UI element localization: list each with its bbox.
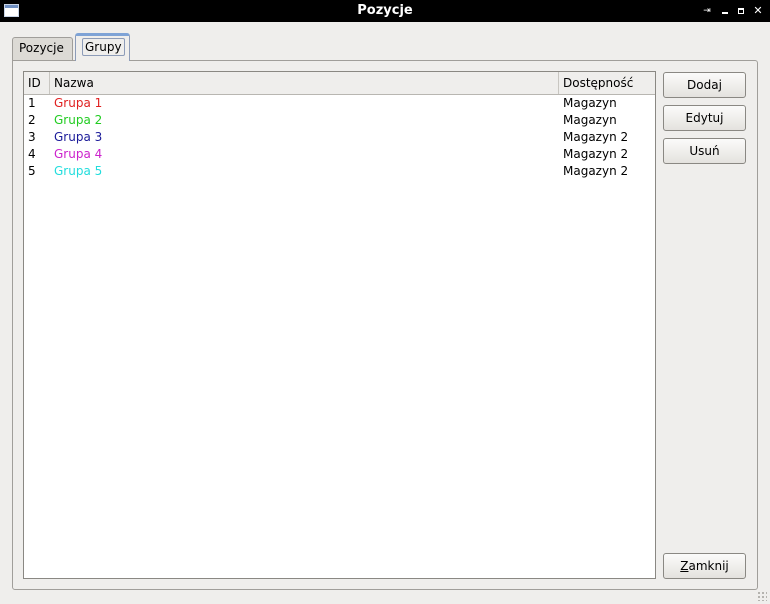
cell-name: Grupa 5 bbox=[54, 164, 103, 178]
tab-grupy-label: Grupy bbox=[82, 38, 125, 56]
table-row[interactable]: 4 Grupa 4 Magazyn 2 bbox=[24, 146, 655, 163]
table-row[interactable]: 5 Grupa 5 Magazyn 2 bbox=[24, 163, 655, 180]
window-title: Pozycje bbox=[357, 3, 413, 18]
cell-availability: Magazyn 2 bbox=[563, 147, 629, 161]
pin-icon[interactable]: ⇥ bbox=[700, 4, 714, 18]
cell-name: Grupa 4 bbox=[54, 147, 103, 161]
cell-name: Grupa 1 bbox=[54, 96, 103, 110]
tab-grupy[interactable]: Grupy bbox=[75, 33, 130, 61]
cell-id: 3 bbox=[28, 130, 36, 144]
table-row[interactable]: 1 Grupa 1 Magazyn bbox=[24, 95, 655, 112]
cell-availability: Magazyn 2 bbox=[563, 130, 629, 144]
cell-name: Grupa 3 bbox=[54, 130, 103, 144]
column-header-name[interactable]: Nazwa bbox=[50, 72, 559, 94]
column-header-availability[interactable]: Dostępność bbox=[559, 72, 655, 94]
resize-grip-icon[interactable] bbox=[757, 591, 767, 601]
main-window: Pozycje ⇥ ✕ Pozycje Grupy ID Nazwa Dostę… bbox=[0, 0, 770, 604]
tab-pozycje[interactable]: Pozycje bbox=[12, 37, 73, 60]
cell-availability: Magazyn bbox=[563, 113, 617, 127]
cell-availability: Magazyn 2 bbox=[563, 164, 629, 178]
add-button[interactable]: Dodaj bbox=[663, 72, 746, 98]
close-icon[interactable]: ✕ bbox=[751, 4, 765, 18]
close-label: amknij bbox=[688, 559, 729, 573]
cell-id: 5 bbox=[28, 164, 36, 178]
table-header: ID Nazwa Dostępność bbox=[24, 72, 655, 95]
cell-id: 4 bbox=[28, 147, 36, 161]
cell-id: 2 bbox=[28, 113, 36, 127]
title-bar[interactable]: Pozycje ⇥ ✕ bbox=[0, 0, 770, 22]
close-button[interactable]: Zamknij bbox=[663, 553, 746, 579]
table-row[interactable]: 2 Grupa 2 Magazyn bbox=[24, 112, 655, 129]
groups-table[interactable]: ID Nazwa Dostępność 1 Grupa 1 Magazyn 2 … bbox=[23, 71, 656, 579]
column-header-id[interactable]: ID bbox=[24, 72, 50, 94]
edit-button[interactable]: Edytuj bbox=[663, 105, 746, 131]
cell-name: Grupa 2 bbox=[54, 113, 103, 127]
cell-availability: Magazyn bbox=[563, 96, 617, 110]
minimize-icon[interactable] bbox=[718, 4, 732, 18]
table-row[interactable]: 3 Grupa 3 Magazyn 2 bbox=[24, 129, 655, 146]
maximize-icon[interactable] bbox=[734, 4, 748, 18]
delete-button[interactable]: Usuń bbox=[663, 138, 746, 164]
cell-id: 1 bbox=[28, 96, 36, 110]
